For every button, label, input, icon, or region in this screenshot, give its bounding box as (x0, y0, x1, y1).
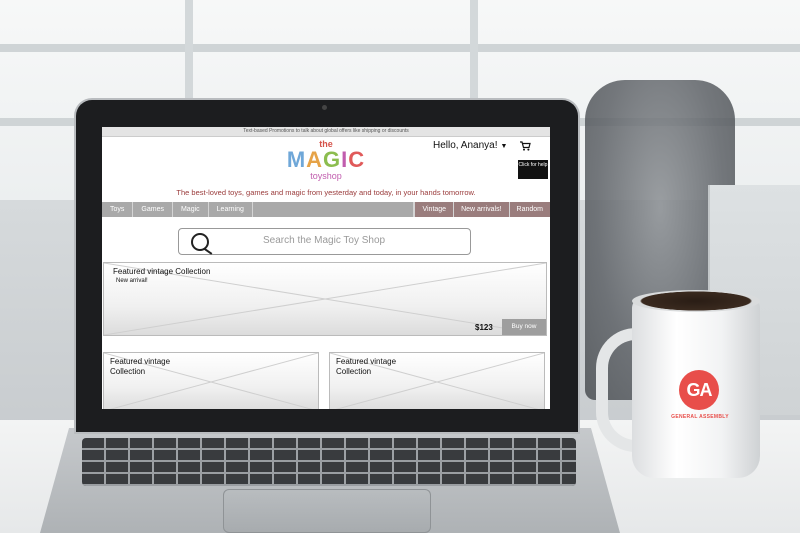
mug-coffee (632, 290, 760, 312)
site-logo[interactable]: the MAGIC toyshop (278, 139, 374, 181)
card-title: Featured vintage Collection (110, 357, 171, 376)
nav-item-learning[interactable]: Learning (209, 202, 253, 217)
logo-letter: C (348, 147, 366, 172)
ga-brand-text: GENERAL ASSEMBLY (671, 414, 729, 420)
promo-bar: Text-based Promotions to talk about glob… (102, 127, 550, 137)
logo-letter: G (323, 147, 342, 172)
featured-subtitle: New arrival! (116, 278, 148, 284)
main-nav: Toys Games Magic Learning Vintage New ar… (102, 202, 550, 217)
window-frame-bar (0, 44, 800, 52)
nav-item-vintage[interactable]: Vintage (414, 202, 454, 217)
laptop-lid: Text-based Promotions to talk about glob… (76, 100, 578, 432)
featured-banner[interactable]: Featured vintage Collection New arrival!… (103, 262, 547, 336)
collection-card[interactable]: Featured vintage Collection (329, 352, 545, 409)
cart-icon[interactable] (520, 141, 531, 153)
nav-item-random[interactable]: Random (508, 202, 550, 217)
nav-item-toys[interactable]: Toys (102, 202, 134, 217)
site-header: the MAGIC toyshop Hello, Ananya! ▼ Click … (102, 137, 550, 202)
keyboard-rows (82, 438, 576, 486)
featured-price: $123 (475, 323, 493, 332)
search-icon (191, 233, 209, 251)
featured-title: Featured vintage Collection (113, 267, 211, 276)
ga-logo: GA (679, 370, 719, 410)
greeting-text: Hello, Ananya! (433, 140, 498, 151)
logo-letter: M (286, 147, 307, 172)
logo-magic: MAGIC (278, 149, 374, 171)
account-menu[interactable]: Hello, Ananya! ▼ (433, 140, 507, 151)
laptop-camera (322, 105, 327, 110)
collection-card[interactable]: Featured vintage Collection (103, 352, 319, 409)
nav-item-new-arrivals[interactable]: New arrivals! (453, 202, 509, 217)
logo-letter: A (306, 147, 324, 172)
card-title: Featured vintage Collection (336, 357, 397, 376)
nav-item-magic[interactable]: Magic (173, 202, 209, 217)
buy-now-button[interactable]: Buy now (502, 319, 546, 335)
help-button[interactable]: Click for help (518, 160, 548, 179)
search-input[interactable]: Search the Magic Toy Shop (178, 228, 471, 255)
nav-spacer (253, 202, 415, 217)
logo-toyshop: toyshop (310, 171, 342, 181)
chevron-down-icon: ▼ (500, 143, 508, 150)
search-placeholder: Search the Magic Toy Shop (263, 235, 386, 246)
tagline: The best-loved toys, games and magic fro… (176, 188, 476, 197)
laptop-screen: Text-based Promotions to talk about glob… (102, 127, 550, 409)
nav-item-games[interactable]: Games (133, 202, 173, 217)
laptop-trackpad (223, 489, 431, 533)
